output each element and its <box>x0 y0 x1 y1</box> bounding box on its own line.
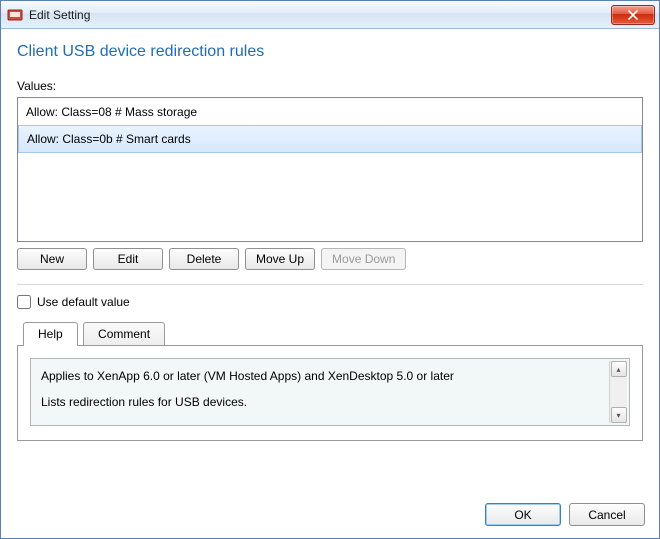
help-pane: Applies to XenApp 6.0 or later (VM Hoste… <box>30 358 630 426</box>
app-icon <box>7 7 23 23</box>
values-label: Values: <box>17 79 643 93</box>
use-default-value-label: Use default value <box>37 295 130 309</box>
help-text-line: Applies to XenApp 6.0 or later (VM Hoste… <box>41 369 601 383</box>
new-button[interactable]: New <box>17 248 87 270</box>
values-listbox[interactable]: Allow: Class=08 # Mass storage Allow: Cl… <box>17 97 643 242</box>
values-button-row: New Edit Delete Move Up Move Down <box>17 248 643 270</box>
list-item-text: Allow: Class=0b # Smart cards <box>27 132 191 146</box>
tab-comment[interactable]: Comment <box>83 322 165 346</box>
delete-button[interactable]: Delete <box>169 248 239 270</box>
cancel-button[interactable]: Cancel <box>569 503 645 526</box>
close-button[interactable] <box>611 5 655 25</box>
policy-title: Client USB device redirection rules <box>17 43 643 61</box>
tab-help[interactable]: Help <box>23 322 78 346</box>
scrollbar[interactable]: ▴ ▾ <box>609 361 627 423</box>
scroll-down-icon[interactable]: ▾ <box>611 407 627 423</box>
window-title: Edit Setting <box>29 8 611 22</box>
use-default-value-checkbox[interactable] <box>17 295 31 309</box>
edit-setting-window: Edit Setting Client USB device redirecti… <box>0 0 660 539</box>
dialog-body: Client USB device redirection rules Valu… <box>1 29 659 493</box>
list-item-text: Allow: Class=08 # Mass storage <box>26 105 197 119</box>
divider <box>17 284 643 285</box>
tab-body: Applies to XenApp 6.0 or later (VM Hoste… <box>17 345 643 441</box>
use-default-value-row[interactable]: Use default value <box>17 295 643 309</box>
scroll-up-icon[interactable]: ▴ <box>611 361 627 377</box>
dialog-footer: OK Cancel <box>1 493 659 538</box>
tabstrip: Help Comment <box>23 321 643 345</box>
move-up-button[interactable]: Move Up <box>245 248 315 270</box>
edit-button[interactable]: Edit <box>93 248 163 270</box>
ok-button[interactable]: OK <box>485 503 561 526</box>
move-down-button[interactable]: Move Down <box>321 248 406 270</box>
titlebar: Edit Setting <box>1 1 659 29</box>
list-item[interactable]: Allow: Class=08 # Mass storage <box>18 98 642 126</box>
help-text-line: Lists redirection rules for USB devices. <box>41 395 601 409</box>
list-item[interactable]: Allow: Class=0b # Smart cards <box>18 125 642 153</box>
